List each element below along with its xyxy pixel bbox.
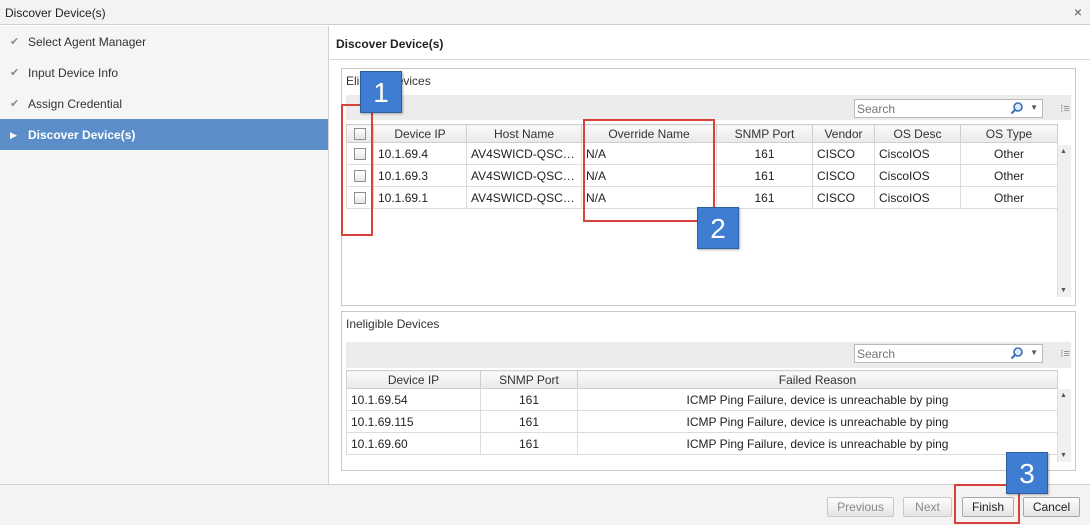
failed-reason-cell: ICMP Ping Failure, device is unreachable…: [577, 388, 1058, 411]
ineligible-search-input[interactable]: [857, 346, 1007, 361]
failed-reason-cell: ICMP Ping Failure, device is unreachable…: [577, 432, 1058, 455]
vendor-cell: CISCO: [812, 142, 875, 165]
step-input-device-info[interactable]: ✔ Input Device Info: [0, 57, 328, 88]
table-row[interactable]: 10.1.69.115 161 ICMP Ping Failure, devic…: [346, 410, 1058, 433]
snmp-port-cell: 161: [480, 410, 578, 433]
snmp-port-cell: 161: [480, 432, 578, 455]
host-name-cell: AV4SWICD-QSC-4...: [466, 142, 582, 165]
cancel-button[interactable]: Cancel: [1023, 497, 1080, 517]
scroll-down-icon[interactable]: ▼: [1060, 452, 1067, 459]
eligible-search-box[interactable]: ▼: [854, 99, 1043, 118]
annotation-badge-1: 1: [360, 71, 402, 113]
ineligible-devices-label: Ineligible Devices: [346, 317, 440, 331]
scroll-down-icon[interactable]: ▼: [1060, 287, 1067, 294]
page-title: Discover Device(s): [336, 37, 444, 51]
os-desc-cell: CiscoIOS: [874, 142, 961, 165]
device-ip-cell: 10.1.69.115: [346, 410, 481, 433]
column-menu-icon[interactable]: ⁝≡: [1060, 347, 1070, 360]
os-type-cell: Other: [960, 186, 1058, 209]
vendor-cell: CISCO: [812, 164, 875, 187]
search-icon[interactable]: [1010, 101, 1024, 115]
dialog-titlebar: Discover Device(s) ×: [0, 0, 1090, 25]
previous-button[interactable]: Previous: [827, 497, 894, 517]
table-header-row: Device IP SNMP Port Failed Reason: [346, 370, 1058, 389]
step-label: Discover Device(s): [28, 128, 136, 142]
search-icon[interactable]: [1010, 346, 1024, 360]
snmp-port-cell: 161: [716, 142, 813, 165]
device-ip-cell: 10.1.69.3: [373, 164, 467, 187]
chevron-down-icon[interactable]: ▼: [1030, 103, 1038, 112]
dialog-title: Discover Device(s): [5, 6, 106, 20]
checkmark-icon: ✔: [10, 36, 20, 48]
annotation-badge-3: 3: [1006, 452, 1048, 494]
column-header-snmp-port[interactable]: SNMP Port: [480, 370, 578, 389]
snmp-port-cell: 161: [716, 164, 813, 187]
eligible-search-input[interactable]: [857, 101, 1007, 116]
annotation-highlight-checkboxes: [341, 104, 373, 236]
os-type-cell: Other: [960, 142, 1058, 165]
annotation-highlight-override-name: [583, 119, 715, 222]
column-header-snmp-port[interactable]: SNMP Port: [716, 124, 813, 143]
dialog-footer: Previous Next Finish Cancel: [0, 484, 1090, 525]
device-ip-cell: 10.1.69.1: [373, 186, 467, 209]
checkmark-icon: ✔: [10, 98, 20, 110]
column-header-host-name[interactable]: Host Name: [466, 124, 582, 143]
eligible-scrollbar[interactable]: ▲ ▼: [1057, 145, 1071, 297]
column-header-device-ip[interactable]: Device IP: [346, 370, 481, 389]
ineligible-search-box[interactable]: ▼: [854, 344, 1043, 363]
ineligible-scrollbar[interactable]: ▲ ▼: [1057, 389, 1071, 462]
ineligible-devices-panel: Ineligible Devices ▼ ⁝≡ Device IP SNMP P…: [341, 311, 1076, 471]
scroll-up-icon[interactable]: ▲: [1060, 148, 1067, 155]
step-discover-devices[interactable]: ▶ Discover Device(s): [0, 119, 328, 150]
step-label: Input Device Info: [28, 66, 119, 80]
triangle-right-icon: ▶: [10, 130, 17, 140]
step-assign-credential[interactable]: ✔ Assign Credential: [0, 88, 328, 119]
column-header-failed-reason[interactable]: Failed Reason: [577, 370, 1058, 389]
column-header-vendor[interactable]: Vendor: [812, 124, 875, 143]
snmp-port-cell: 161: [480, 388, 578, 411]
snmp-port-cell: 161: [716, 186, 813, 209]
step-select-agent-manager[interactable]: ✔ Select Agent Manager: [0, 26, 328, 57]
column-header-os-desc[interactable]: OS Desc: [874, 124, 961, 143]
step-label: Assign Credential: [28, 97, 123, 111]
column-header-os-type[interactable]: OS Type: [960, 124, 1058, 143]
device-ip-cell: 10.1.69.60: [346, 432, 481, 455]
os-type-cell: Other: [960, 164, 1058, 187]
host-name-cell: AV4SWICD-QSC-9...: [466, 164, 582, 187]
column-menu-icon[interactable]: ⁝≡: [1060, 102, 1070, 115]
chevron-down-icon[interactable]: ▼: [1030, 348, 1038, 357]
checkmark-icon: ✔: [10, 67, 20, 79]
step-label: Select Agent Manager: [28, 35, 147, 49]
host-name-cell: AV4SWICD-QSC-L...: [466, 186, 582, 209]
device-ip-cell: 10.1.69.54: [346, 388, 481, 411]
vendor-cell: CISCO: [812, 186, 875, 209]
table-row[interactable]: 10.1.69.54 161 ICMP Ping Failure, device…: [346, 388, 1058, 411]
close-icon[interactable]: ×: [1074, 4, 1082, 20]
next-button[interactable]: Next: [903, 497, 952, 517]
content-header: Discover Device(s): [330, 26, 1090, 60]
column-header-device-ip[interactable]: Device IP: [373, 124, 467, 143]
annotation-badge-2: 2: [697, 207, 739, 249]
os-desc-cell: CiscoIOS: [874, 186, 961, 209]
device-ip-cell: 10.1.69.4: [373, 142, 467, 165]
failed-reason-cell: ICMP Ping Failure, device is unreachable…: [577, 410, 1058, 433]
ineligible-devices-table: Device IP SNMP Port Failed Reason 10.1.6…: [346, 370, 1058, 455]
table-row[interactable]: 10.1.69.60 161 ICMP Ping Failure, device…: [346, 432, 1058, 455]
wizard-steps-sidebar: ✔ Select Agent Manager ✔ Input Device In…: [0, 26, 329, 484]
scroll-up-icon[interactable]: ▲: [1060, 392, 1067, 399]
os-desc-cell: CiscoIOS: [874, 164, 961, 187]
